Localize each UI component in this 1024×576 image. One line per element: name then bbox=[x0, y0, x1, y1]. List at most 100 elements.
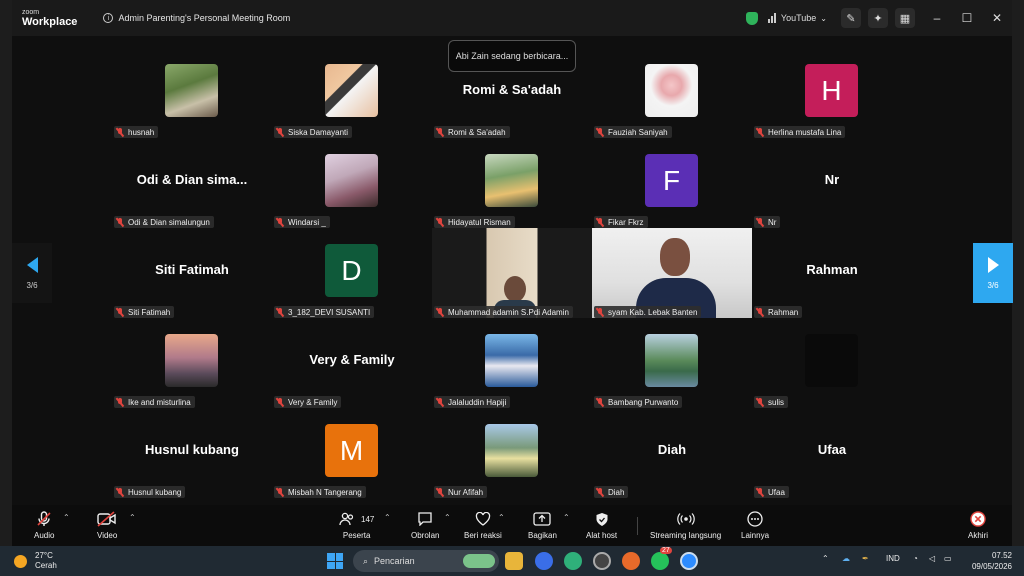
participant-tile[interactable]: Jalaluddin Hapiji bbox=[432, 330, 592, 420]
participant-tile[interactable]: D 3_182_DEVI SUSANTI bbox=[272, 240, 432, 330]
volume-icon[interactable]: ◁ bbox=[929, 554, 935, 563]
logo-line2: Workplace bbox=[22, 15, 78, 28]
weather-widget[interactable]: 27°C Cerah bbox=[14, 551, 57, 571]
participant-tile[interactable]: Husnul kubang Husnul kubang bbox=[112, 420, 272, 510]
more-button[interactable]: Lainnya bbox=[741, 510, 769, 540]
participant-tile[interactable]: Diah Diah bbox=[592, 420, 752, 510]
mic-muted-icon bbox=[276, 217, 284, 227]
info-icon[interactable]: i bbox=[103, 13, 114, 23]
page-indicator-left: 3/6 bbox=[26, 280, 38, 290]
reactions-label: Beri reaksi bbox=[464, 531, 502, 540]
file-explorer-icon[interactable] bbox=[505, 552, 523, 570]
chat-caret-icon[interactable]: ⌃ bbox=[444, 513, 451, 522]
participant-tile[interactable]: Fauziah Saniyah bbox=[592, 60, 752, 150]
mic-muted-icon bbox=[756, 397, 764, 407]
participant-tile[interactable]: Bambang Purwanto bbox=[592, 330, 752, 420]
chat-button[interactable]: Obrolan bbox=[411, 510, 439, 540]
whatsapp-icon[interactable]: 27 bbox=[651, 547, 672, 570]
ai-companion-sparkle-icon[interactable]: ✦ bbox=[868, 8, 888, 28]
reactions-caret-icon[interactable]: ⌃ bbox=[498, 513, 505, 522]
participant-tile[interactable]: Windarsi _ bbox=[272, 150, 432, 240]
share-button[interactable]: Bagikan bbox=[528, 510, 557, 540]
video-options-caret-icon[interactable]: ⌃ bbox=[129, 513, 136, 522]
participant-tile[interactable]: H Herlina mustafa Lina bbox=[752, 60, 912, 150]
audio-button[interactable]: Audio bbox=[34, 510, 54, 540]
maximize-button[interactable]: ☐ bbox=[952, 11, 982, 25]
participant-name: Siska Damayanti bbox=[288, 127, 349, 137]
participant-tile[interactable]: Romi & Sa'adah Romi & Sa'adah bbox=[432, 60, 592, 150]
audio-options-caret-icon[interactable]: ⌃ bbox=[63, 513, 70, 522]
mic-muted-icon bbox=[276, 487, 284, 497]
participant-tile[interactable]: Ufaa Ufaa bbox=[752, 420, 912, 510]
participant-tile[interactable]: Nur Afifah bbox=[432, 420, 592, 510]
participant-tile[interactable]: M Misbah N Tangerang bbox=[272, 420, 432, 510]
participant-tile[interactable]: sulis bbox=[752, 330, 912, 420]
zoom-app-icon[interactable] bbox=[680, 552, 698, 570]
annotate-pen-icon[interactable]: ✎ bbox=[841, 8, 861, 28]
participant-display-name: Siti Fatimah bbox=[155, 262, 229, 277]
copilot-icon[interactable] bbox=[535, 552, 553, 570]
photo-couple bbox=[485, 154, 538, 207]
participant-name-tag: Herlina mustafa Lina bbox=[754, 126, 846, 138]
live-streaming-button[interactable]: Streaming langsung bbox=[650, 510, 721, 540]
share-caret-icon[interactable]: ⌃ bbox=[563, 513, 570, 522]
next-page-button[interactable]: 3/6 bbox=[973, 243, 1013, 303]
onedrive-cloud-icon[interactable]: ☁ bbox=[842, 554, 850, 563]
participant-tile[interactable]: F Fikar Fkrz bbox=[592, 150, 752, 240]
participant-tile[interactable]: Hidayatul Risman bbox=[432, 150, 592, 240]
host-tools-button[interactable]: Alat host bbox=[586, 510, 617, 540]
participant-tile[interactable]: Ike and misturlina bbox=[112, 330, 272, 420]
tray-chevron-up-icon[interactable]: ⌃ bbox=[822, 554, 829, 563]
participant-tile[interactable]: Very & Family Very & Family bbox=[272, 330, 432, 420]
system-clock[interactable]: 07.52 09/05/2026 bbox=[968, 550, 1012, 572]
participant-tile[interactable]: Siti Fatimah Siti Fatimah bbox=[112, 240, 272, 330]
windows-start-icon[interactable] bbox=[327, 553, 343, 569]
search-placeholder: Pencarian bbox=[374, 556, 415, 566]
participants-caret-icon[interactable]: ⌃ bbox=[384, 513, 391, 522]
reactions-button[interactable]: Beri reaksi bbox=[464, 510, 502, 540]
edge-browser-icon[interactable] bbox=[564, 552, 582, 570]
desktop-edge-left bbox=[0, 0, 12, 546]
letter-avatar: D bbox=[325, 244, 378, 297]
participant-display-name: Rahman bbox=[806, 262, 858, 277]
end-meeting-button[interactable]: Akhiri bbox=[968, 510, 988, 540]
language-indicator[interactable]: IND bbox=[886, 554, 900, 563]
meeting-info[interactable]: i Admin Parenting's Personal Meeting Roo… bbox=[103, 13, 290, 23]
view-grid-icon[interactable]: ▦ bbox=[895, 8, 915, 28]
letter-avatar: F bbox=[645, 154, 698, 207]
broadcast-icon bbox=[676, 510, 695, 528]
participant-name: Hidayatul Risman bbox=[448, 217, 511, 227]
participant-video bbox=[432, 228, 592, 318]
mic-muted-icon bbox=[116, 127, 124, 137]
close-button[interactable]: ✕ bbox=[982, 11, 1012, 25]
participant-tile[interactable]: Siska Damayanti bbox=[272, 60, 432, 150]
participant-name: Herlina mustafa Lina bbox=[768, 127, 842, 137]
windows-taskbar: 27°C Cerah ⌕ Pencarian 27 ⌃ ☁ ✒ IND ◔ ◁ … bbox=[0, 546, 1024, 576]
battery-icon[interactable]: ▭ bbox=[944, 554, 952, 563]
participant-tile[interactable]: husnah bbox=[112, 60, 272, 150]
participants-button[interactable]: 147 Peserta bbox=[339, 510, 374, 540]
participant-tile[interactable]: syam Kab. Lebak Banten bbox=[592, 228, 752, 330]
minimize-button[interactable]: – bbox=[922, 11, 952, 25]
encryption-shield-icon[interactable] bbox=[745, 11, 758, 25]
participant-name: Siti Fatimah bbox=[128, 307, 171, 317]
video-button[interactable]: Video bbox=[97, 510, 117, 540]
participant-name-tag: Husnul kubang bbox=[114, 486, 186, 498]
participant-name: Fauziah Saniyah bbox=[608, 127, 668, 137]
participant-name: Muhammad adamin S.Pdi Adamin bbox=[448, 307, 569, 317]
zoom-window: zoom Workplace i Admin Parenting's Perso… bbox=[0, 0, 1024, 546]
participant-video bbox=[592, 228, 752, 318]
toolbar-divider bbox=[637, 517, 638, 535]
participant-tile[interactable]: Muhammad adamin S.Pdi Adamin bbox=[432, 228, 592, 330]
wifi-icon[interactable]: ◔ bbox=[913, 554, 918, 563]
firefox-icon[interactable] bbox=[622, 552, 640, 570]
tray-pen-icon[interactable]: ✒ bbox=[862, 554, 869, 563]
participant-tile[interactable]: Odi & Dian sima... Odi & Dian simalungun bbox=[112, 150, 272, 240]
more-label: Lainnya bbox=[741, 531, 770, 540]
youtube-stream-indicator[interactable]: YouTube ⌄ bbox=[767, 13, 827, 23]
participant-tile[interactable]: Rahman Rahman bbox=[752, 240, 912, 330]
participant-tile[interactable]: Nr Nr bbox=[752, 150, 912, 240]
settings-gear-icon[interactable] bbox=[593, 552, 611, 570]
previous-page-button[interactable]: 3/6 bbox=[12, 243, 52, 303]
taskbar-search[interactable]: ⌕ Pencarian bbox=[353, 550, 499, 572]
